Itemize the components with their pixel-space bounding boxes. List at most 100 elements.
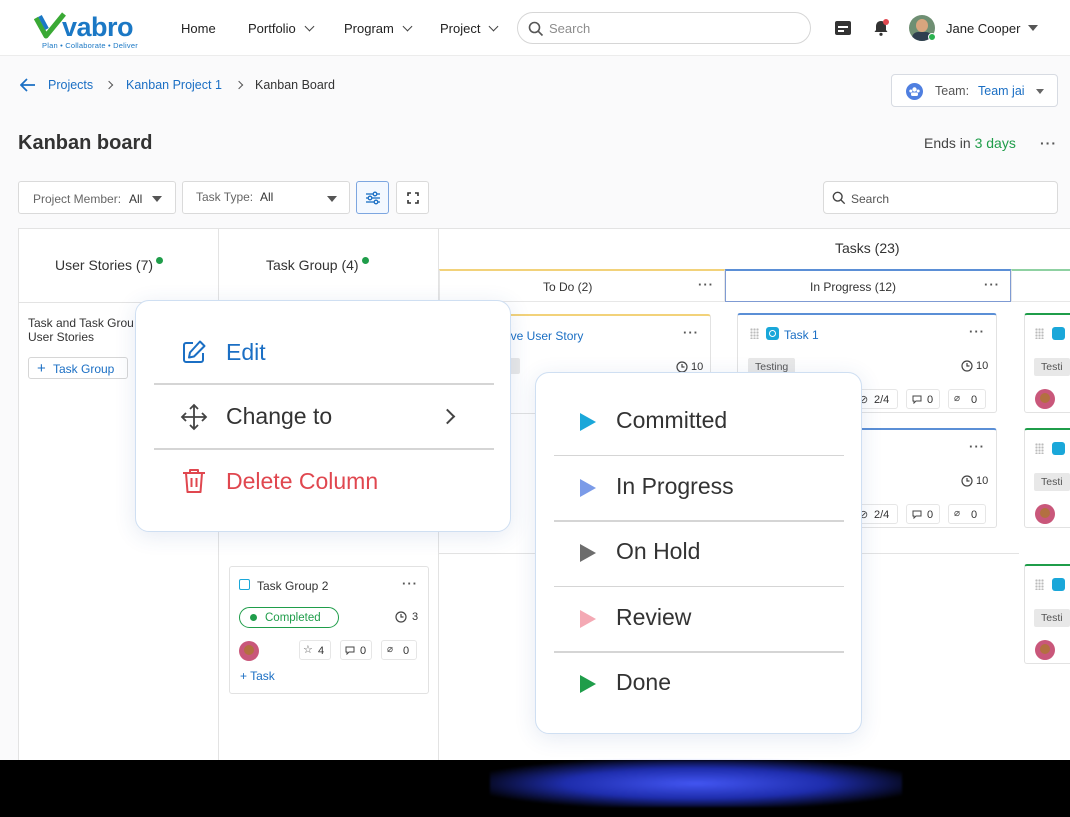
drag-handle-icon[interactable] [1035,443,1044,454]
card-more-button[interactable]: ··· [969,439,985,454]
logo-wordmark: vabro [62,12,134,42]
inbox-icon[interactable] [834,20,852,36]
in-progress-more-button[interactable]: ··· [984,277,1000,292]
board-search-input[interactable]: Search [823,181,1058,214]
task-type-icon [766,327,779,340]
status-option-label: On Hold [616,538,701,564]
drag-handle-icon[interactable] [1035,579,1044,590]
task-tag: Testi [1034,609,1070,627]
star-icon: ☆ [303,644,313,656]
status-option[interactable]: On Hold [536,521,861,586]
assignee-avatar[interactable] [239,641,259,661]
filter-settings-button[interactable] [356,181,389,214]
play-triangle-icon [580,675,596,693]
comment-icon [345,646,355,655]
status-option[interactable]: Committed [536,390,861,455]
left-text-line2: User Stories [28,330,95,344]
task-card[interactable]: Testi [1024,313,1070,413]
status-option-label: Done [616,669,671,695]
nav-home[interactable]: Home [181,21,216,36]
task-group-column-header[interactable]: Task Group (4) [266,257,369,273]
user-name[interactable]: Jane Cooper [946,21,1020,36]
chevron-down-icon [489,21,499,32]
drag-handle-icon[interactable] [750,328,759,339]
delete-column-menu-item[interactable]: Delete Column [136,450,512,514]
status-submenu: Committed In Progress On Hold Review Done [535,372,862,734]
type-filter-value: All [260,190,274,204]
status-option-label: In Progress [616,472,734,499]
paperclip-icon: ⌀ [954,393,961,404]
comment-icon [912,510,922,519]
add-task-button[interactable]: + Task [240,669,275,683]
type-filter-label: Task Type: [196,190,254,204]
back-arrow-icon[interactable] [20,78,36,92]
comment-icon [912,395,922,404]
user-stories-column-header[interactable]: User Stories (7) [55,257,164,273]
clock-icon [395,611,407,623]
task-type-filter[interactable]: Task Type: All [182,181,350,214]
page-title: Kanban board [18,132,153,154]
user-menu-caret-icon[interactable] [1028,25,1038,31]
play-triangle-icon [580,544,596,562]
assignee-avatar[interactable] [1035,640,1055,660]
project-member-filter[interactable]: Project Member: All [18,181,176,214]
header-search-input[interactable]: Search [517,12,811,44]
change-to-label: Change to [226,403,333,429]
attachments-value: 0 [403,645,410,657]
paperclip-icon: ⌀ [387,644,394,655]
task-type-icon [1052,578,1065,591]
assignee-avatar[interactable] [1035,504,1055,524]
breadcrumb-separator-icon [234,80,244,90]
chevron-down-icon [304,21,315,32]
search-icon [832,191,846,205]
drag-handle-icon[interactable] [1035,328,1044,339]
comments-count: 0 [906,389,940,409]
todo-more-button[interactable]: ··· [698,277,714,292]
task-group-card[interactable]: Task Group 2 ··· Completed 3 ☆ 4 0 ⌀ 0 +… [229,566,429,694]
attachments-count: ⌀ 0 [948,389,986,409]
breadcrumb-kanban-project[interactable]: Kanban Project 1 [126,78,222,92]
online-status-dot [928,33,936,41]
move-icon [180,403,208,431]
team-selector[interactable]: Team: Team jai [891,74,1058,107]
comments-value: 0 [927,394,934,406]
status-option[interactable]: Done [536,652,861,717]
fullscreen-button[interactable] [396,181,429,214]
nav-portfolio-label: Portfolio [248,21,296,36]
ends-prefix: Ends in [924,135,971,151]
nav-portfolio[interactable]: Portfolio [248,21,315,36]
chevron-down-icon [327,196,337,202]
assignee-avatar[interactable] [1035,389,1055,409]
card-more-button[interactable]: ··· [969,324,985,339]
add-task-group-button[interactable]: + Task Group [28,357,128,379]
team-label: Team: [935,84,970,98]
play-triangle-icon [580,413,596,431]
vabro-logo[interactable]: vabro Plan • Collaborate • Deliver [34,10,164,50]
card-more-button[interactable]: ··· [683,325,699,340]
plus-icon: + [37,360,46,377]
task-group-icon [239,579,250,590]
attachments-value: 0 [971,394,978,406]
todo-column-header[interactable]: To Do (2) ··· [439,269,725,302]
stars-count: ☆ 4 [299,640,331,660]
task-type-icon [1052,327,1065,340]
page-more-button[interactable]: ··· [1040,135,1057,151]
status-option[interactable]: Review [536,587,861,652]
edit-menu-item[interactable]: Edit [136,319,512,383]
nav-program[interactable]: Program [344,21,413,36]
in-progress-column-header[interactable]: In Progress (12) ··· [725,269,1011,302]
task-card[interactable]: Testi [1024,428,1070,528]
next-column-header[interactable] [1011,269,1070,302]
card-more-button[interactable]: ··· [402,576,418,591]
estimate-value: 10 [976,475,989,487]
change-to-menu-item[interactable]: Change to [136,385,512,449]
left-panel-text: Task and Task Grou User Stories [28,316,134,344]
nav-project[interactable]: Project [440,21,499,36]
play-triangle-icon [580,478,596,497]
add-task-group-label: Task Group [53,362,115,376]
status-option[interactable]: In Progress [536,456,861,521]
team-value: Team jai [978,84,1025,98]
breadcrumb-projects[interactable]: Projects [48,78,93,92]
bell-icon[interactable] [872,19,890,37]
task-card[interactable]: Testi [1024,564,1070,664]
